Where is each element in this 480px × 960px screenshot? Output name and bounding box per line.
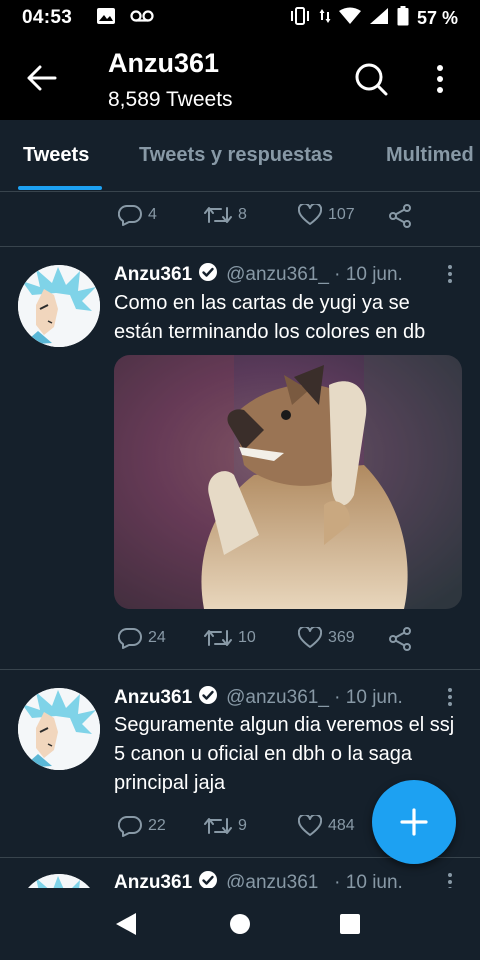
retweet-icon (204, 630, 232, 646)
avatar[interactable] (18, 688, 100, 770)
share-icon (389, 204, 411, 228)
retweet-icon (204, 207, 232, 223)
more-vertical-icon (448, 688, 452, 706)
tweet-menu-button[interactable] (444, 872, 456, 888)
reply-count: 22 (148, 817, 166, 834)
nav-home-button[interactable] (222, 906, 258, 942)
reply-action[interactable]: 4 (118, 204, 157, 226)
nav-back-button[interactable] (108, 906, 144, 942)
tweet-menu-button[interactable] (444, 264, 456, 284)
like-action[interactable]: 484 (298, 815, 355, 837)
triangle-back-icon (116, 913, 136, 935)
like-count: 107 (328, 206, 355, 223)
more-vertical-icon (448, 265, 452, 283)
status-bar: 04:53 57 % (0, 0, 480, 36)
tweet-header: Anzu361 @anzu361_ · 10 jun. (114, 870, 403, 888)
reply-action[interactable]: 22 (118, 815, 166, 837)
heart-icon (298, 204, 322, 225)
heart-icon (298, 815, 322, 836)
like-count: 369 (328, 629, 355, 646)
compose-tweet-button[interactable] (372, 780, 456, 864)
avatar-image (18, 874, 100, 888)
retweet-count: 10 (238, 629, 256, 646)
tweet-header: Anzu361 @anzu361_ · 10 jun. (114, 685, 403, 711)
reply-count: 24 (148, 629, 166, 646)
verified-badge-icon (198, 870, 218, 888)
verified-badge-icon (198, 685, 218, 711)
data-arrows-icon (319, 7, 331, 30)
tweet-handle-date: @anzu361_ · 10 jun. (226, 687, 403, 708)
square-recents-icon (340, 914, 360, 934)
tweet-handle-date: @anzu361_ · 10 jun. (226, 264, 403, 285)
reply-icon (118, 204, 142, 226)
share-action[interactable] (388, 627, 412, 651)
tab-tweets-replies[interactable]: Tweets y respuestas (139, 144, 333, 167)
overflow-menu-button[interactable] (428, 60, 452, 98)
profile-name: Anzu361 (108, 48, 220, 78)
arrow-left-icon (27, 65, 57, 91)
more-vertical-icon (437, 65, 443, 93)
avatar-image (18, 265, 100, 347)
profile-tabs: Tweets Tweets y respuestas Multimed (0, 120, 480, 192)
tweet-author-name[interactable]: Anzu361 (114, 264, 192, 286)
circle-home-icon (230, 914, 250, 934)
active-tab-indicator (18, 186, 102, 190)
tweet-author-name[interactable]: Anzu361 (114, 687, 192, 709)
image-icon (96, 7, 116, 30)
tweet-text: Como en las cartas de yugi ya se están t… (114, 292, 426, 343)
battery-percent: 57 % (416, 7, 458, 28)
reply-icon (118, 627, 142, 649)
retweet-action[interactable]: 8 (204, 204, 247, 226)
retweet-action[interactable]: 9 (204, 815, 247, 837)
system-navigation-bar (0, 888, 480, 960)
avatar[interactable] (18, 265, 100, 347)
signal-icon (369, 7, 389, 30)
share-icon (389, 627, 411, 651)
tab-tweets[interactable]: Tweets (23, 144, 89, 167)
like-action[interactable]: 369 (298, 627, 355, 649)
tweet-handle-date: @anzu361_ · 10 jun. (226, 872, 403, 888)
retweet-action[interactable]: 10 (204, 627, 256, 649)
heart-icon (298, 627, 322, 648)
search-icon (355, 63, 388, 96)
tweet-divider (0, 246, 480, 247)
profile-header: Anzu361 8,589 Tweets (0, 36, 480, 120)
retweet-icon (204, 818, 232, 834)
avatar-image (18, 688, 100, 770)
tweet-author-name[interactable]: Anzu361 (114, 872, 192, 888)
retweet-count: 9 (238, 817, 247, 834)
tab-media[interactable]: Multimed (386, 144, 474, 167)
battery-icon (397, 5, 409, 31)
like-action[interactable]: 107 (298, 204, 355, 226)
more-vertical-icon (448, 873, 452, 888)
tweet-count: 8,589 Tweets (108, 88, 233, 111)
reply-action[interactable]: 24 (118, 627, 166, 649)
tweet-header: Anzu361 @anzu361_ · 10 jun. (114, 262, 403, 288)
search-button[interactable] (352, 60, 390, 98)
retweet-count: 8 (238, 206, 247, 223)
verified-badge-icon (198, 262, 218, 288)
like-count: 484 (328, 817, 355, 834)
vibrate-icon (289, 6, 311, 30)
back-button[interactable] (24, 60, 60, 96)
tweet-menu-button[interactable] (444, 687, 456, 707)
wifi-icon (338, 7, 361, 30)
nav-recents-button[interactable] (332, 906, 368, 942)
tweet-media-image[interactable] (114, 355, 462, 609)
reply-icon (118, 815, 142, 837)
dog-photo (114, 355, 462, 609)
reply-count: 4 (148, 206, 157, 223)
tweet-divider (0, 669, 480, 670)
plus-icon (400, 808, 428, 836)
share-action[interactable] (388, 204, 412, 228)
avatar[interactable] (18, 874, 100, 888)
voicemail-icon (130, 9, 154, 28)
status-time: 04:53 (22, 7, 73, 28)
